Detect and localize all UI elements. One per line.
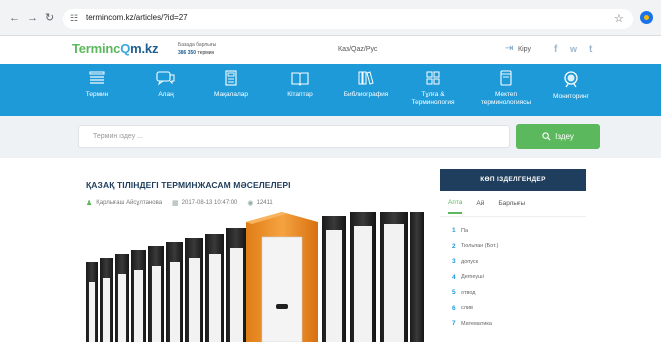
database-count-unit: термин [197,50,215,56]
nav-item-school[interactable]: Мектеп терминологиясы [470,64,542,116]
list-item-text: слив [461,305,473,312]
article-meta: ♟ Қарлығаш Айсұлтанова ▦ 2017-08-13 10:4… [86,199,273,207]
popular-terms-panel: КӨП ІЗДЕЛГЕНДЕР Апта Ай Барлығы 1 Па 2 Тюл… [440,169,586,342]
vk-icon[interactable]: w [570,44,577,54]
nav-label-forum: Алаң [158,91,174,98]
list-item-number: 7 [452,320,456,328]
nav-label-books: Кітаптар [287,91,313,98]
tab-all[interactable]: Барлығы [498,194,525,213]
list-item-number: 1 [452,227,456,235]
list-item-number: 6 [452,304,456,312]
nav-label-bibliography: Библиография [343,91,389,98]
logo-text-suffix: m.kz [130,41,159,56]
nav-label-persons: Тұлға & Терминология [403,91,463,107]
site-logo[interactable]: TermincQm.kz [72,41,158,56]
list-item-number: 4 [452,273,456,281]
list-item-number: 3 [452,258,456,266]
nav-item-books[interactable]: Кітаптар [270,64,330,116]
search-strip: Іздеу [0,116,661,158]
calendar-icon: ▦ [172,200,179,207]
nav-label-term: Термин [85,91,109,98]
login-link[interactable]: Кіру [518,46,531,53]
list-item-text: Математика [461,320,492,327]
tab-week[interactable]: Апта [448,193,463,214]
orange-binder [246,212,318,342]
binder-row-right [322,212,424,342]
search-icon [564,71,578,88]
back-icon[interactable]: ← [9,12,20,24]
notebook-icon [500,70,512,86]
nav-label-monitoring: Мониторинг [552,93,590,100]
url-text[interactable]: termincom.kz/articles/?id=27 [86,13,188,22]
nav-item-forum[interactable]: Алаң [136,64,196,116]
login-icon[interactable]: ⇥ [505,43,513,54]
popular-terms-title: КӨП ІЗДЕЛГЕНДЕР [440,169,586,191]
nav-item-bibliography[interactable]: Библиография [334,64,398,116]
list-item-text: Дemeyші [461,274,484,281]
binders-illustration [86,212,424,342]
star-icon[interactable]: ☆ [614,12,624,25]
search-button-label: Іздеу [555,132,574,141]
nav-label-school: Мектеп терминологиясы [470,91,542,107]
search-button[interactable]: Іздеу [516,124,600,149]
nav-item-term[interactable]: Термин [68,64,126,116]
site-info-icon[interactable]: ☷ [70,13,78,24]
nav-item-persons[interactable]: Тұлға & Терминология [403,64,463,116]
nav-item-monitoring[interactable]: Мониторинг [542,64,600,116]
language-switcher[interactable]: Каз/Qaz/Рус [338,46,377,53]
list-item-number: 5 [452,289,456,297]
facebook-icon[interactable]: f [554,44,557,55]
browser-toolbar: ← → ↻ ☷ termincom.kz/articles/?id=27 ☆ [0,0,661,36]
list-item[interactable]: 3 допуск [452,254,586,270]
eye-icon: ◉ [247,200,254,207]
logo-text-prefix: Terminc [72,41,121,56]
nav-label-persons-line1: Тұлға & [421,91,445,98]
list-item-text: допуск [461,258,479,265]
nav-item-articles[interactable]: Мақалалар [201,64,261,116]
binder-row-left [86,228,246,342]
logo-text-mid: Q [120,41,131,56]
database-count-value: 386 350 [178,50,197,56]
magnifier-icon [542,132,551,141]
profile-icon[interactable] [640,11,653,24]
list-item[interactable]: 4 Дemeyші [452,270,586,286]
popular-terms-tabs: Апта Ай Барлығы [440,191,586,217]
list-icon [89,71,105,84]
list-item-text: отвод [461,289,476,296]
list-item[interactable]: 7 Математика [452,316,586,332]
nav-label-school-line2: терминологиясы [480,99,532,106]
list-item-number: 2 [452,242,456,250]
article-date: 2017-08-13 10:47:00 [181,200,238,206]
chat-icon [156,71,175,86]
term-search-input[interactable] [78,125,510,148]
document-icon [225,70,237,86]
article-image [86,212,424,342]
forward-icon[interactable]: → [27,12,38,24]
list-item[interactable]: 6 слив [452,301,586,317]
database-label: Базада барлығы [178,42,217,48]
list-item[interactable]: 5 отвод [452,285,586,301]
list-item[interactable]: 2 Тюльпан (Бот.) [452,239,586,255]
popular-terms-list: 1 Па 2 Тюльпан (Бот.) 3 допуск 4 Дemeyші 5 от… [440,217,586,332]
book-icon [291,72,309,86]
list-item-text: Тюльпан (Бот.) [461,243,499,250]
list-item-text: Па [461,227,469,234]
grid-icon [426,71,440,85]
list-item[interactable]: 1 Па [452,223,586,239]
author-icon: ♟ [86,200,93,207]
article-views: 12411 [256,200,273,206]
library-icon [358,71,374,85]
tab-month[interactable]: Ай [476,194,484,213]
twitter-icon[interactable]: t [589,44,592,55]
article-author[interactable]: Қарлығаш Айсұлтанова [96,200,162,206]
nav-label-school-line1: Мектеп [494,91,518,98]
nav-label-persons-line2: Терминология [411,99,455,106]
main-navigation: Термин Алаң Мақалалар Кітаптар Библиогра… [0,64,661,116]
nav-label-articles: Мақалалар [214,91,248,98]
reload-icon[interactable]: ↻ [45,12,54,24]
site-header: TermincQm.kz Базада барлығы 386 350 терм… [0,36,661,64]
article-title: ҚАЗАҚ ТІЛІНДЕГІ ТЕРМИНЖАСАМ МӘСЕЛЕЛЕРІ [86,180,291,190]
database-count: 386 350 термин [178,50,214,56]
